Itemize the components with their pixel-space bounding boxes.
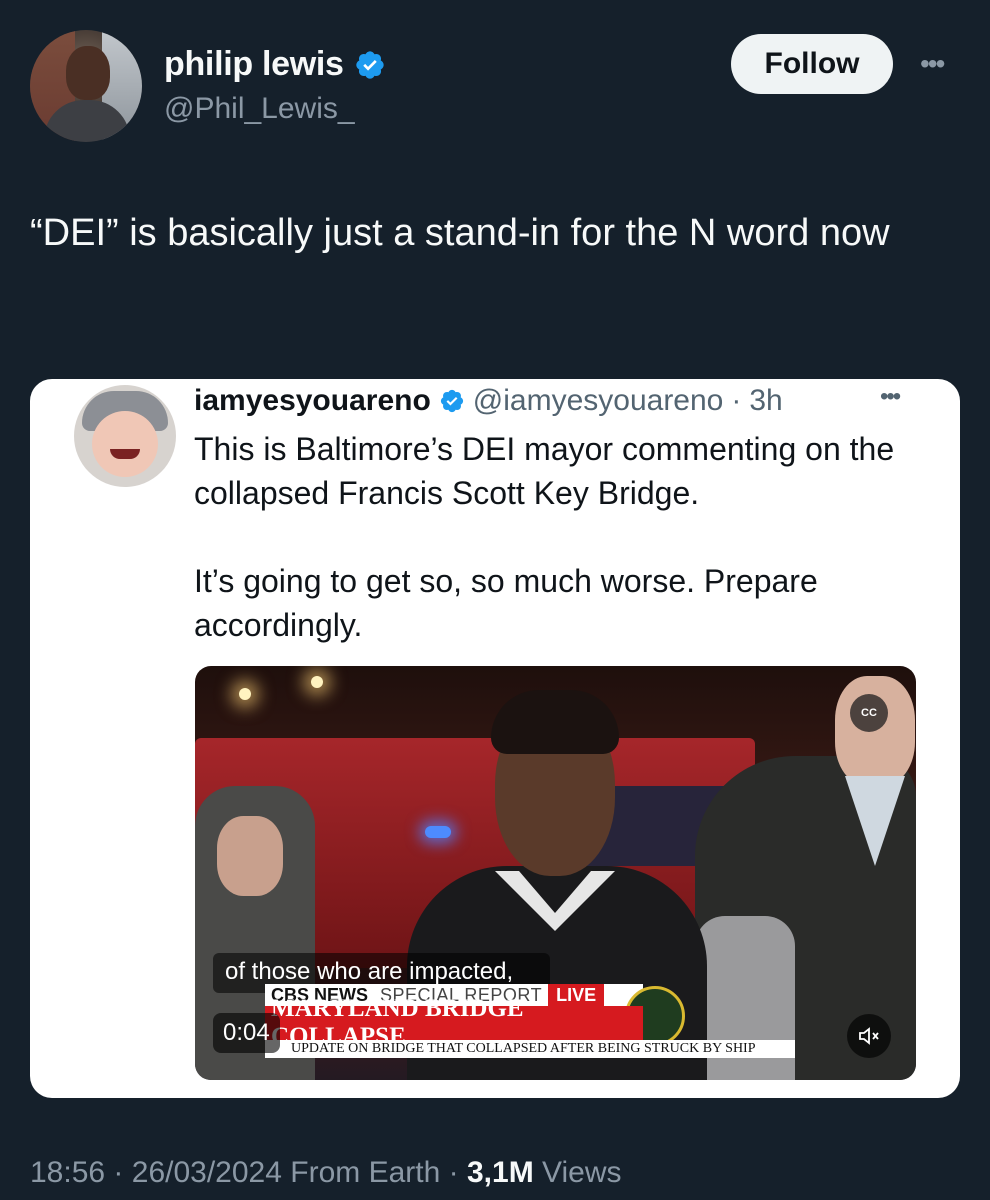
author-name-row: philip lewis [164, 45, 386, 84]
video-street-light [311, 676, 323, 688]
post-source: From Earth [290, 1156, 441, 1189]
verified-badge-icon [355, 50, 384, 79]
quoted-more-icon[interactable]: ••• [880, 383, 901, 411]
author-handle[interactable]: @Phil_Lewis_ [164, 92, 355, 126]
quoted-display-name[interactable]: iamyesyouareno [194, 379, 431, 423]
mute-button[interactable] [847, 1014, 891, 1058]
news-headline: MARYLAND BRIDGE COLLAPSE [265, 995, 643, 1050]
post-time[interactable]: 18:56 [30, 1156, 105, 1189]
speaker-muted-icon [859, 1027, 879, 1045]
quoted-tweet-card[interactable]: iamyesyouareno @iamyesyouareno · 3h ••• … [30, 379, 960, 1098]
tweet-text: “DEI” is basically just a stand-in for t… [30, 212, 890, 254]
tweet-detail: philip lewis @Phil_Lewis_ Follow ••• “DE… [0, 0, 990, 1200]
video-player[interactable]: CC of those who are impacted, CBS NEWS S… [195, 666, 916, 1080]
separator-dot: · [731, 384, 742, 417]
video-speaker-hair [491, 690, 619, 754]
separator-dot: · [113, 1156, 124, 1189]
follow-button[interactable]: Follow [731, 34, 893, 94]
post-date[interactable]: 26/03/2024 [132, 1156, 282, 1189]
quoted-handle[interactable]: @iamyesyouareno [473, 379, 724, 423]
quoted-author-avatar[interactable] [74, 385, 176, 487]
video-time: 0:04 [213, 1013, 280, 1053]
video-caption: of those who are impacted, [225, 958, 514, 985]
separator-dot: · [448, 1156, 459, 1189]
quoted-header: iamyesyouareno @iamyesyouareno · 3h [194, 379, 783, 423]
avatar-head [66, 46, 110, 100]
quoted-paragraph-1: This is Baltimore’s DEI mayor commenting… [194, 431, 895, 511]
more-options-icon[interactable]: ••• [920, 48, 945, 80]
quoted-avatar-face [92, 411, 158, 477]
views-count[interactable]: 3,1M [467, 1156, 534, 1189]
news-ticker: UPDATE ON BRIDGE THAT COLLAPSED AFTER BE… [265, 1040, 795, 1058]
views-label: Views [542, 1156, 622, 1189]
tweet-meta: 18:56 · 26/03/2024 From Earth · 3,1M Vie… [30, 1156, 622, 1190]
quoted-timestamp[interactable]: 3h [749, 379, 782, 423]
verified-badge-icon [440, 389, 463, 413]
closed-captions-button[interactable]: CC [850, 694, 888, 732]
author-display-name[interactable]: philip lewis [164, 45, 344, 84]
author-avatar[interactable] [30, 30, 142, 142]
video-emergency-light [425, 826, 451, 838]
quoted-text: This is Baltimore’s DEI mayor commenting… [194, 427, 914, 647]
video-street-light [239, 688, 251, 700]
quoted-paragraph-2: It’s going to get so, so much worse. Pre… [194, 563, 818, 643]
